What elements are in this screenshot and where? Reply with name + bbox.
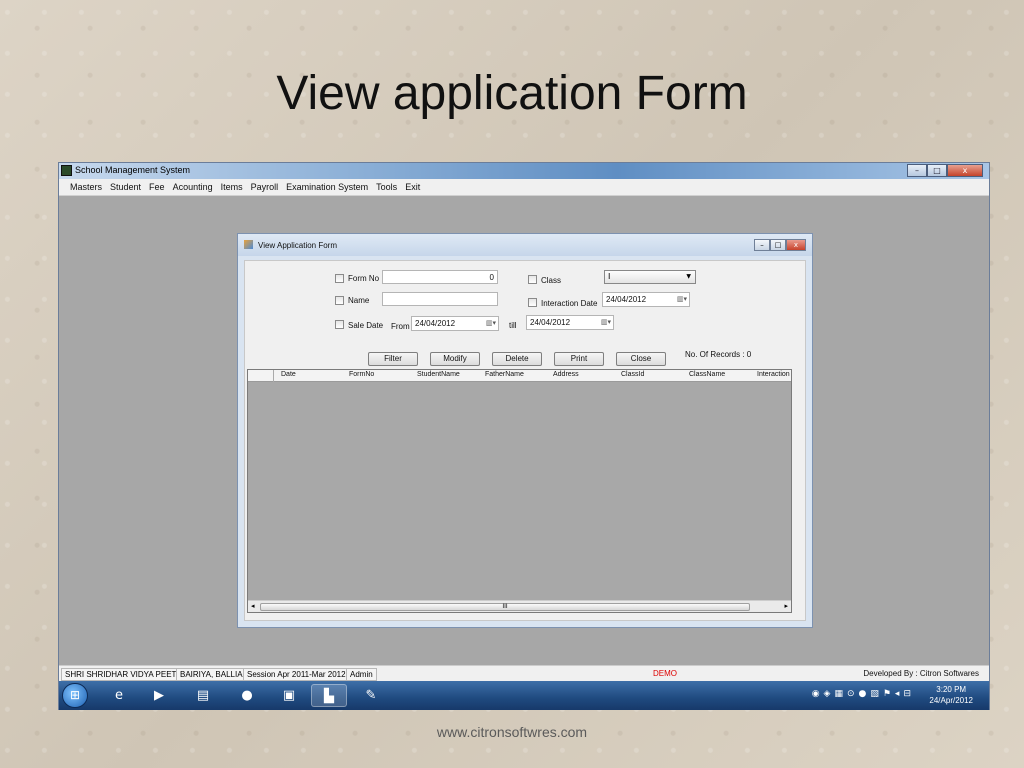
status-demo: DEMO [653, 669, 677, 678]
class-checkbox[interactable] [528, 275, 537, 284]
form-no-checkbox[interactable] [335, 274, 344, 283]
menu-acounting[interactable]: Acounting [170, 179, 218, 195]
grid-col-classname[interactable]: ClassName [689, 371, 725, 378]
app-title: School Management System [75, 165, 191, 175]
calendar-icon: ▥▾ [676, 296, 687, 303]
grid-col-studentname[interactable]: StudentName [417, 371, 460, 378]
sale-date-label: Sale Date [348, 321, 384, 330]
records-count: No. Of Records : 0 [685, 350, 752, 359]
class-label: Class [541, 276, 562, 285]
horizontal-scrollbar[interactable]: ◂ III ▸ [248, 600, 791, 612]
maximize-button[interactable]: □ [927, 164, 947, 177]
grid-col-formno[interactable]: FormNo [349, 371, 374, 378]
form-titlebar[interactable]: View Application Form – □ x [238, 234, 812, 256]
menu-items[interactable]: Items [218, 179, 248, 195]
form-minimize-button[interactable]: – [754, 239, 770, 251]
status-school: SHRI SHRIDHAR VIDYA PEETH [61, 668, 187, 681]
status-session: Session Apr 2011-Mar 2012 [243, 668, 350, 681]
from-date-picker[interactable]: 24/04/2012 ▥▾ [411, 316, 499, 331]
scroll-right-icon[interactable]: ▸ [784, 602, 788, 610]
scroll-left-icon[interactable]: ◂ [251, 602, 255, 610]
interaction-date-picker[interactable]: 24/04/2012 ▥▾ [602, 292, 690, 307]
form-title: View Application Form [258, 241, 337, 250]
view-application-form-window: View Application Form – □ x Form No 0 Cl… [237, 233, 813, 628]
status-user: Admin [346, 668, 377, 681]
chevron-down-icon: ▼ [686, 273, 691, 280]
grid-header: Date FormNo StudentName FatherName Addre… [248, 370, 791, 382]
clock-time: 3:20 PM [936, 685, 967, 694]
media-player-icon[interactable]: ▶ [141, 684, 177, 707]
name-input[interactable] [382, 292, 498, 306]
menu-tools[interactable]: Tools [373, 179, 402, 195]
app-icon [61, 165, 72, 176]
modify-button[interactable]: Modify [430, 352, 480, 366]
form-no-input[interactable]: 0 [382, 270, 498, 284]
name-checkbox[interactable] [335, 296, 344, 305]
system-tray-icons[interactable]: ◉◈▦⊙●▧⚑◂⊟ [812, 689, 915, 699]
minimize-button[interactable]: – [907, 164, 927, 177]
taskbar: ⊞ e ▶ ▤ ● ▣ ▙ ✎ ◉◈▦⊙●▧⚑◂⊟ 3:20 PM 24/Apr… [59, 681, 989, 710]
till-date-picker[interactable]: 24/04/2012 ▥▾ [526, 315, 614, 330]
print-button[interactable]: Print [554, 352, 604, 366]
form-icon [244, 240, 253, 249]
window-controls: – □ x [907, 164, 983, 177]
name-label: Name [348, 296, 370, 305]
app-window: School Management System – □ x Masters S… [58, 162, 990, 710]
applications-grid[interactable]: Date FormNo StudentName FatherName Addre… [247, 369, 792, 613]
close-form-button[interactable]: Close [616, 352, 666, 366]
clock-date: 24/Apr/2012 [929, 696, 973, 705]
form-close-button[interactable]: x [786, 239, 806, 251]
filter-button[interactable]: Filter [368, 352, 418, 366]
menu-fee[interactable]: Fee [146, 179, 170, 195]
form-maximize-button[interactable]: □ [770, 239, 786, 251]
scroll-thumb[interactable]: III [260, 603, 750, 611]
delete-button[interactable]: Delete [492, 352, 542, 366]
calendar-icon: ▥▾ [600, 319, 611, 326]
paint-icon[interactable]: ✎ [353, 684, 389, 707]
from-date-value: 24/04/2012 [415, 319, 456, 328]
class-select[interactable]: I ▼ [604, 270, 696, 284]
menu-bar: Masters Student Fee Acounting Items Payr… [59, 179, 989, 196]
interaction-date-label: Interaction Date [541, 299, 598, 308]
form-no-label: Form No [348, 274, 380, 283]
menu-exit[interactable]: Exit [402, 179, 425, 195]
clock[interactable]: 3:20 PM 24/Apr/2012 [929, 684, 973, 706]
grid-col-fathername[interactable]: FatherName [485, 371, 524, 378]
till-date-value: 24/04/2012 [530, 318, 571, 327]
sale-date-checkbox[interactable] [335, 320, 344, 329]
start-button[interactable]: ⊞ [62, 683, 88, 708]
grid-col-date[interactable]: Date [281, 371, 296, 378]
form-body: Form No 0 Class I ▼ Name Interaction Dat… [244, 260, 806, 621]
slide-title: View application Form [276, 67, 748, 120]
interaction-date-checkbox[interactable] [528, 298, 537, 307]
internet-explorer-icon[interactable]: e [101, 684, 137, 707]
grid-col-classid[interactable]: ClassId [621, 371, 644, 378]
grid-col-interaction[interactable]: Interaction [757, 371, 790, 378]
class-select-value: I [608, 272, 611, 281]
menu-examination-system[interactable]: Examination System [283, 179, 373, 195]
footer-url: www.citronsoftwres.com [436, 724, 588, 740]
folder-icon[interactable]: ▤ [185, 684, 221, 707]
form-window-controls: – □ x [754, 239, 806, 251]
menu-masters[interactable]: Masters [67, 179, 107, 195]
calendar-icon: ▥▾ [485, 320, 496, 327]
status-bar: SHRI SHRIDHAR VIDYA PEETH BAIRIYA, BALLI… [59, 665, 989, 681]
status-developer: Developed By : Citron Softwares [863, 669, 979, 678]
office-icon[interactable]: ▣ [271, 684, 307, 707]
till-label: till [509, 321, 517, 330]
grid-corner [248, 370, 274, 382]
menu-student[interactable]: Student [107, 179, 146, 195]
status-place: BAIRIYA, BALLIA [176, 668, 247, 681]
interaction-date-value: 24/04/2012 [606, 295, 647, 304]
app-titlebar[interactable]: School Management System – □ x [59, 163, 989, 179]
firefox-icon[interactable]: ● [229, 684, 265, 707]
from-label: From [391, 322, 410, 331]
menu-payroll[interactable]: Payroll [248, 179, 284, 195]
grid-col-address[interactable]: Address [553, 371, 579, 378]
close-button[interactable]: x [947, 164, 983, 177]
school-app-taskbar-icon[interactable]: ▙ [311, 684, 347, 707]
